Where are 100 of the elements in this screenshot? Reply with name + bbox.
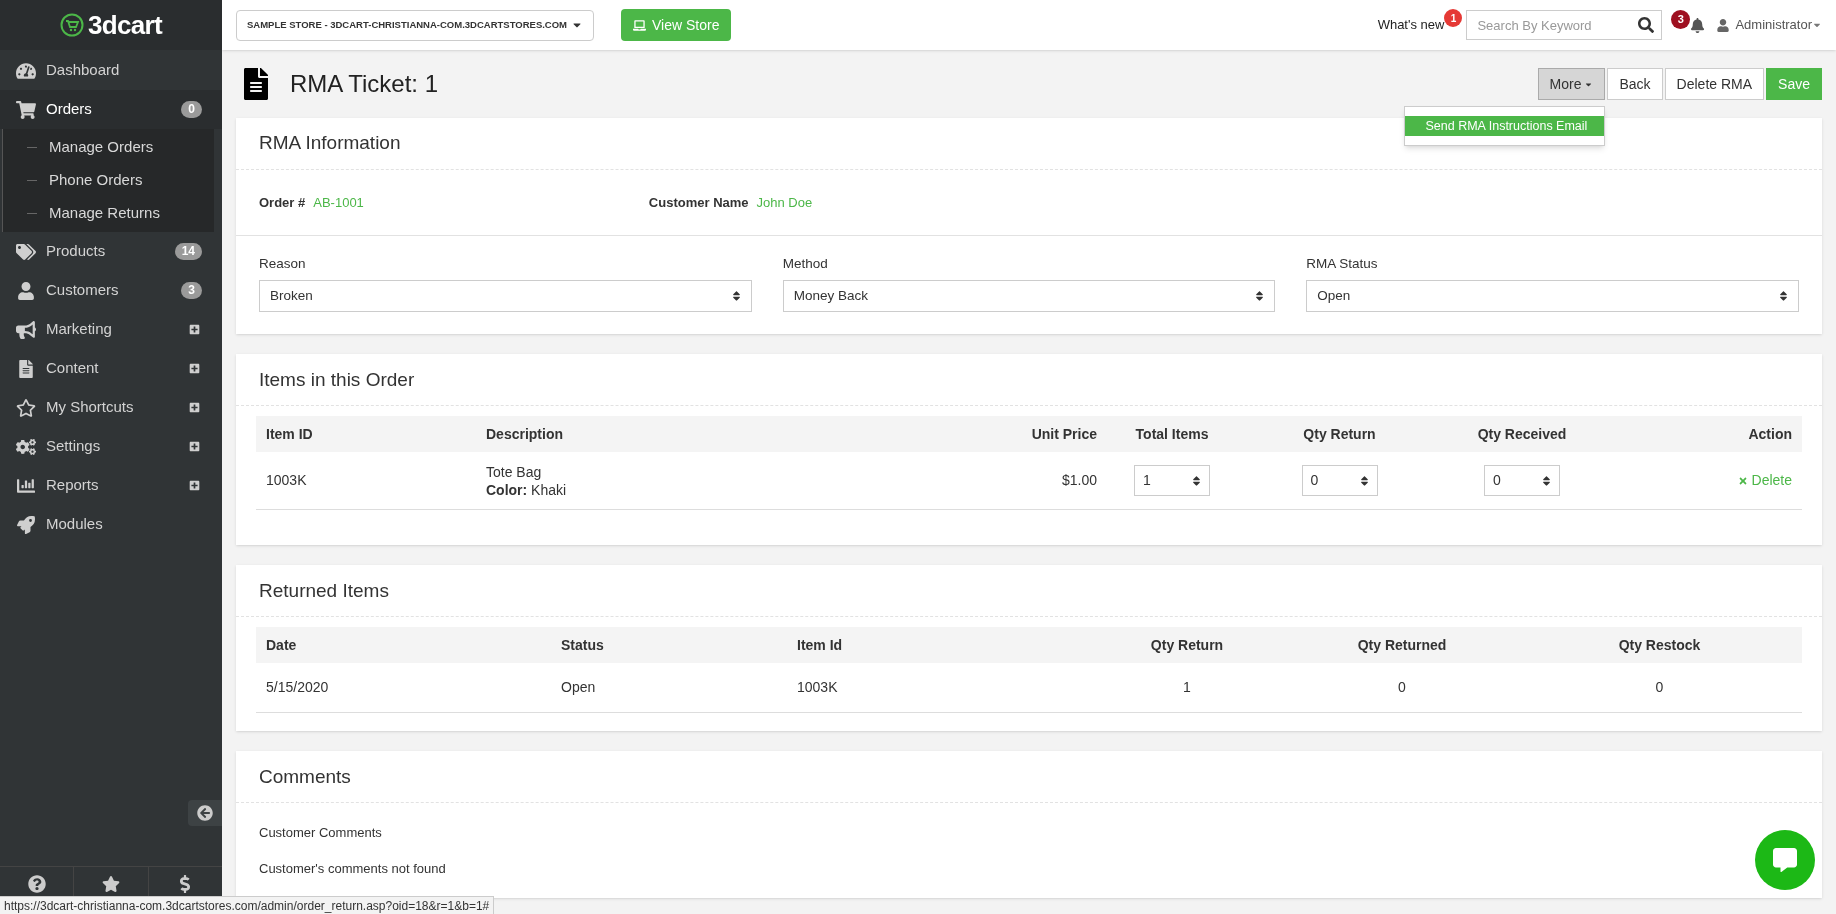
action-button[interactable]: Back [1607,68,1663,100]
page-title: RMA Ticket: 1 [290,69,439,99]
chat-icon [1772,848,1798,872]
select-field[interactable]: Open [1306,280,1799,313]
comment-text: Customer's comments not found [259,859,446,878]
select-field[interactable]: Money Back [782,280,1276,313]
sidebar-item[interactable]: Products 14 [0,232,222,271]
document-icon [16,359,36,378]
table-cell-text: Tote Bag [486,462,543,481]
column-header: Qty Return [1302,424,1377,444]
bell-icon[interactable] [1690,17,1706,33]
column-header: Item Id [797,635,844,655]
card-title: Returned Items [259,578,389,603]
sort-arrows-icon [731,290,741,303]
number-field[interactable]: 1 [1134,465,1210,497]
sidebar-item[interactable]: Reports [0,466,222,505]
gauge-icon [16,61,36,80]
field-label: Customer Name [648,193,749,212]
column-header: Action [1747,424,1792,444]
rocket-icon [16,515,36,534]
field-label: RMA Status [1306,255,1379,273]
star-icon [16,398,36,417]
column-header: Qty Returned [1356,635,1448,655]
sidebar-item[interactable]: My Shortcuts [0,388,222,427]
card-title: Items in this Order [259,367,415,392]
status-bar-url: https://3dcart-christianna-com.3dcartstores.com/admin/order_return.asp?oid=18&r=1&b=1# [0,896,495,914]
table-cell-text: 0 [1397,678,1407,698]
field-label: Order # [259,193,306,212]
sort-arrows-icon [1359,474,1369,487]
x-icon [1737,475,1748,486]
number-field[interactable]: 0 [1301,465,1378,497]
submenu-item[interactable]: Manage Returns [49,202,160,225]
count-badge: 3 [181,282,202,299]
table-cell-text: 0 [1654,678,1665,698]
document-icon [242,68,270,100]
store-select[interactable]: SAMPLE STORE - 3DCART-CHRISTIANNA-COM.3DCARTSTORES.COM [236,9,594,41]
expand-icon[interactable] [189,363,200,374]
star-icon[interactable] [102,875,120,893]
logo-text: 3dcart [87,12,163,38]
select-field[interactable]: Broken [259,280,752,313]
table-cell-text: 5/15/2020 [266,678,330,698]
whats-new-link[interactable]: What's new [1377,15,1445,35]
sort-arrows-icon [1255,290,1265,303]
submenu-item[interactable]: Manage Orders [49,136,154,159]
column-header: Qty Return [1149,635,1225,655]
cart-icon [16,100,36,119]
more-button[interactable]: More [1537,68,1606,100]
table-cell-text: $1.00 [1060,471,1097,491]
count-badge: 0 [181,101,202,118]
laptop-icon [633,18,646,32]
count-badge: 14 [174,243,202,260]
field-label: Reason [259,255,307,273]
field-label: Customer Comments [259,824,382,843]
table-cell-text: 1 [1182,678,1192,698]
expand-icon[interactable] [189,402,200,413]
user-icon [16,281,36,300]
count-badge: 3 [1671,9,1691,29]
sidebar-item[interactable]: Orders 0 [0,90,222,129]
help-icon[interactable] [27,875,46,893]
column-header: Qty Restock [1617,635,1702,655]
column-header: Description [486,424,564,444]
sidebar-item[interactable]: Modules [0,505,222,544]
count-badge: 1 [1444,9,1463,27]
column-header: Qty Received [1476,424,1568,444]
table-cell-text: 1003K [266,471,308,491]
sort-arrows-icon [1542,474,1551,487]
card-title: Comments [259,764,351,789]
sidebar-item[interactable]: Customers 3 [0,271,222,310]
column-header: Item ID [266,424,314,444]
expand-icon[interactable] [189,480,200,491]
column-header: Date [266,635,298,655]
tags-icon [16,242,36,261]
table-cell-text: 1003K [797,678,839,698]
sidebar-item[interactable]: Content [0,349,222,388]
sort-arrows-icon [1192,474,1201,487]
column-header: Unit Price [1030,424,1097,444]
search-field[interactable]: Search By Keyword [1466,10,1663,40]
number-field[interactable]: 0 [1484,465,1560,497]
card-title: RMA Information [259,131,401,156]
gears-icon [16,437,36,456]
arrow-left-icon [197,805,213,821]
action-button[interactable]: Delete RMA [1664,68,1765,100]
table-cell-text: Open [561,678,597,698]
user-icon [1717,18,1730,32]
sort-arrows-icon [1779,290,1788,303]
column-header: Status [561,635,605,655]
field-label: Method [782,255,829,273]
sidebar-item[interactable]: Dashboard [0,51,222,90]
collapse-sidebar-button[interactable] [188,800,222,826]
column-header: Total Items [1134,424,1210,444]
sidebar-item[interactable]: Marketing [0,310,222,349]
expand-icon[interactable] [189,441,200,452]
user-menu[interactable]: Administrator [1735,15,1812,35]
sidebar-item[interactable]: Settings [0,427,222,466]
search-icon[interactable] [1638,17,1655,33]
cart-logo-icon [59,13,84,37]
megaphone-icon [16,320,36,339]
expand-icon[interactable] [189,324,200,335]
bar-chart-icon [16,476,36,495]
submenu-item[interactable]: Phone Orders [49,169,143,192]
